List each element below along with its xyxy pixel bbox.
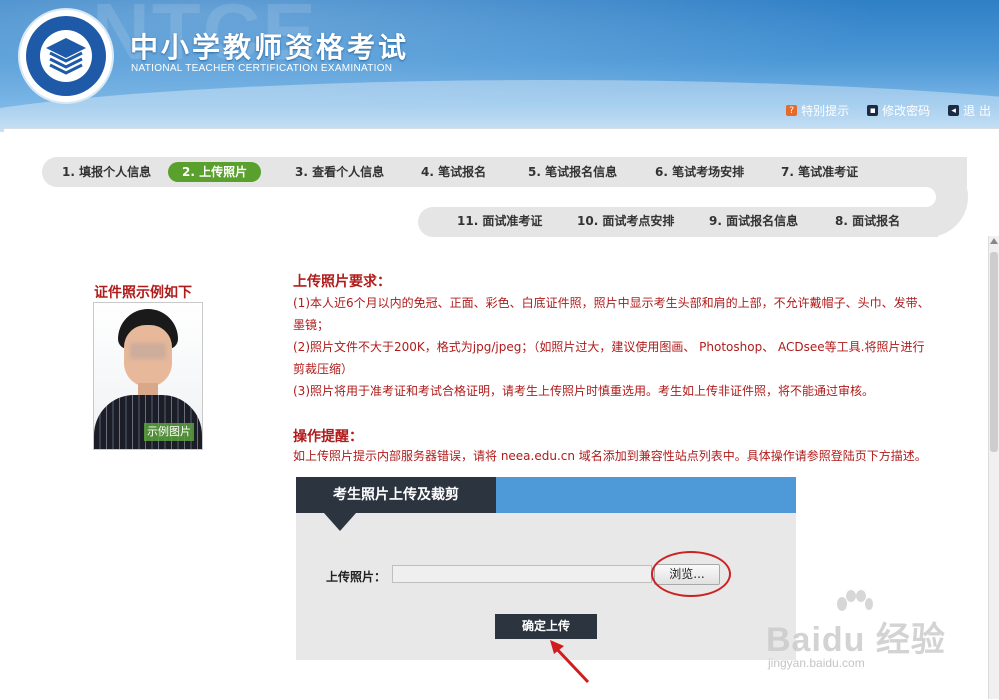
- ntce-logo: [18, 8, 114, 104]
- sample-badge: 示例图片: [144, 423, 194, 441]
- step-1-fill-info[interactable]: 1. 填报个人信息: [62, 162, 151, 182]
- logout-label: 退 出: [963, 104, 991, 118]
- step-3-view-info[interactable]: 3. 查看个人信息: [295, 162, 384, 182]
- key-icon: ▪: [867, 105, 879, 116]
- tip-title: 操作提醒：: [293, 429, 363, 445]
- sample-photo-blur: [130, 343, 166, 359]
- step-5-written-signup-info[interactable]: 5. 笔试报名信息: [528, 162, 617, 182]
- upload-panel-tab-arrow: [324, 513, 356, 531]
- site-header: NTCE 中小学教师资格考试 NATIONAL TEACHER CERTIFIC…: [0, 0, 999, 132]
- book-stack-icon: [46, 38, 86, 75]
- annotation-arrow-icon: [550, 640, 590, 684]
- file-path-input[interactable]: [392, 565, 652, 583]
- upload-panel-tab: 考生照片上传及裁剪: [296, 477, 496, 513]
- tip-text: 如上传照片提示内部服务器错误，请将 neea.edu.cn 域名添加到兼容性站点…: [293, 449, 927, 463]
- step-8-interview-signup[interactable]: 8. 面试报名: [835, 211, 900, 231]
- scroll-up-icon[interactable]: [990, 238, 998, 244]
- requirement-item-3: (3)照片将用于准考证和考试合格证明，请考生上传照片时慎重选用。考生如上传非证件…: [293, 384, 875, 398]
- step-2-upload-photo[interactable]: 2. 上传照片: [168, 162, 262, 182]
- exit-icon: ◂: [948, 105, 960, 116]
- header-links: ? 特别提示 ▪ 修改密码 ◂ 退 出: [786, 102, 991, 119]
- step-4-written-signup[interactable]: 4. 笔试报名: [421, 162, 486, 182]
- step-7-written-admission[interactable]: 7. 笔试准考证: [781, 162, 858, 182]
- watermark-sub-text: jingyan.baidu.com: [768, 656, 865, 670]
- highlight-circle: [651, 551, 731, 597]
- hint-icon: ?: [786, 105, 798, 116]
- change-password-label: 修改密码: [882, 104, 931, 118]
- requirement-item-1: (1)本人近6个月以内的免冠、正面、彩色、白底证件照，照片中显示考生头部和肩的上…: [293, 296, 930, 332]
- step-6-written-room[interactable]: 6. 笔试考场安排: [655, 162, 744, 182]
- requirement-item-2: (2)照片文件不大于200K，格式为jpg/jpeg；（如照片过大，建议使用图画…: [293, 340, 925, 376]
- sample-photo-title: 证件照示例如下: [94, 285, 192, 301]
- step-10-interview-site[interactable]: 10. 面试考点安排: [577, 211, 674, 231]
- scrollbar-thumb[interactable]: [990, 252, 998, 452]
- step-11-interview-admission[interactable]: 11. 面试准考证: [457, 211, 542, 231]
- step-9-interview-signup-info[interactable]: 9. 面试报名信息: [709, 211, 798, 231]
- steps-track-curve-inner: [880, 187, 936, 207]
- upload-field-label: 上传照片：: [326, 570, 387, 584]
- special-notice-link[interactable]: ? 特别提示: [786, 102, 849, 119]
- baidu-watermark: Baidu 经验 jingyan.baidu.com: [766, 590, 996, 680]
- watermark-main-text: Baidu 经验: [766, 621, 946, 659]
- change-password-link[interactable]: ▪ 修改密码: [867, 102, 930, 119]
- site-subtitle: NATIONAL TEACHER CERTIFICATION EXAMINATI…: [131, 63, 393, 74]
- logout-link[interactable]: ◂ 退 出: [948, 102, 991, 119]
- requirements-title: 上传照片要求：: [293, 274, 391, 290]
- special-notice-label: 特别提示: [801, 104, 850, 118]
- site-title: 中小学教师资格考试: [130, 31, 410, 64]
